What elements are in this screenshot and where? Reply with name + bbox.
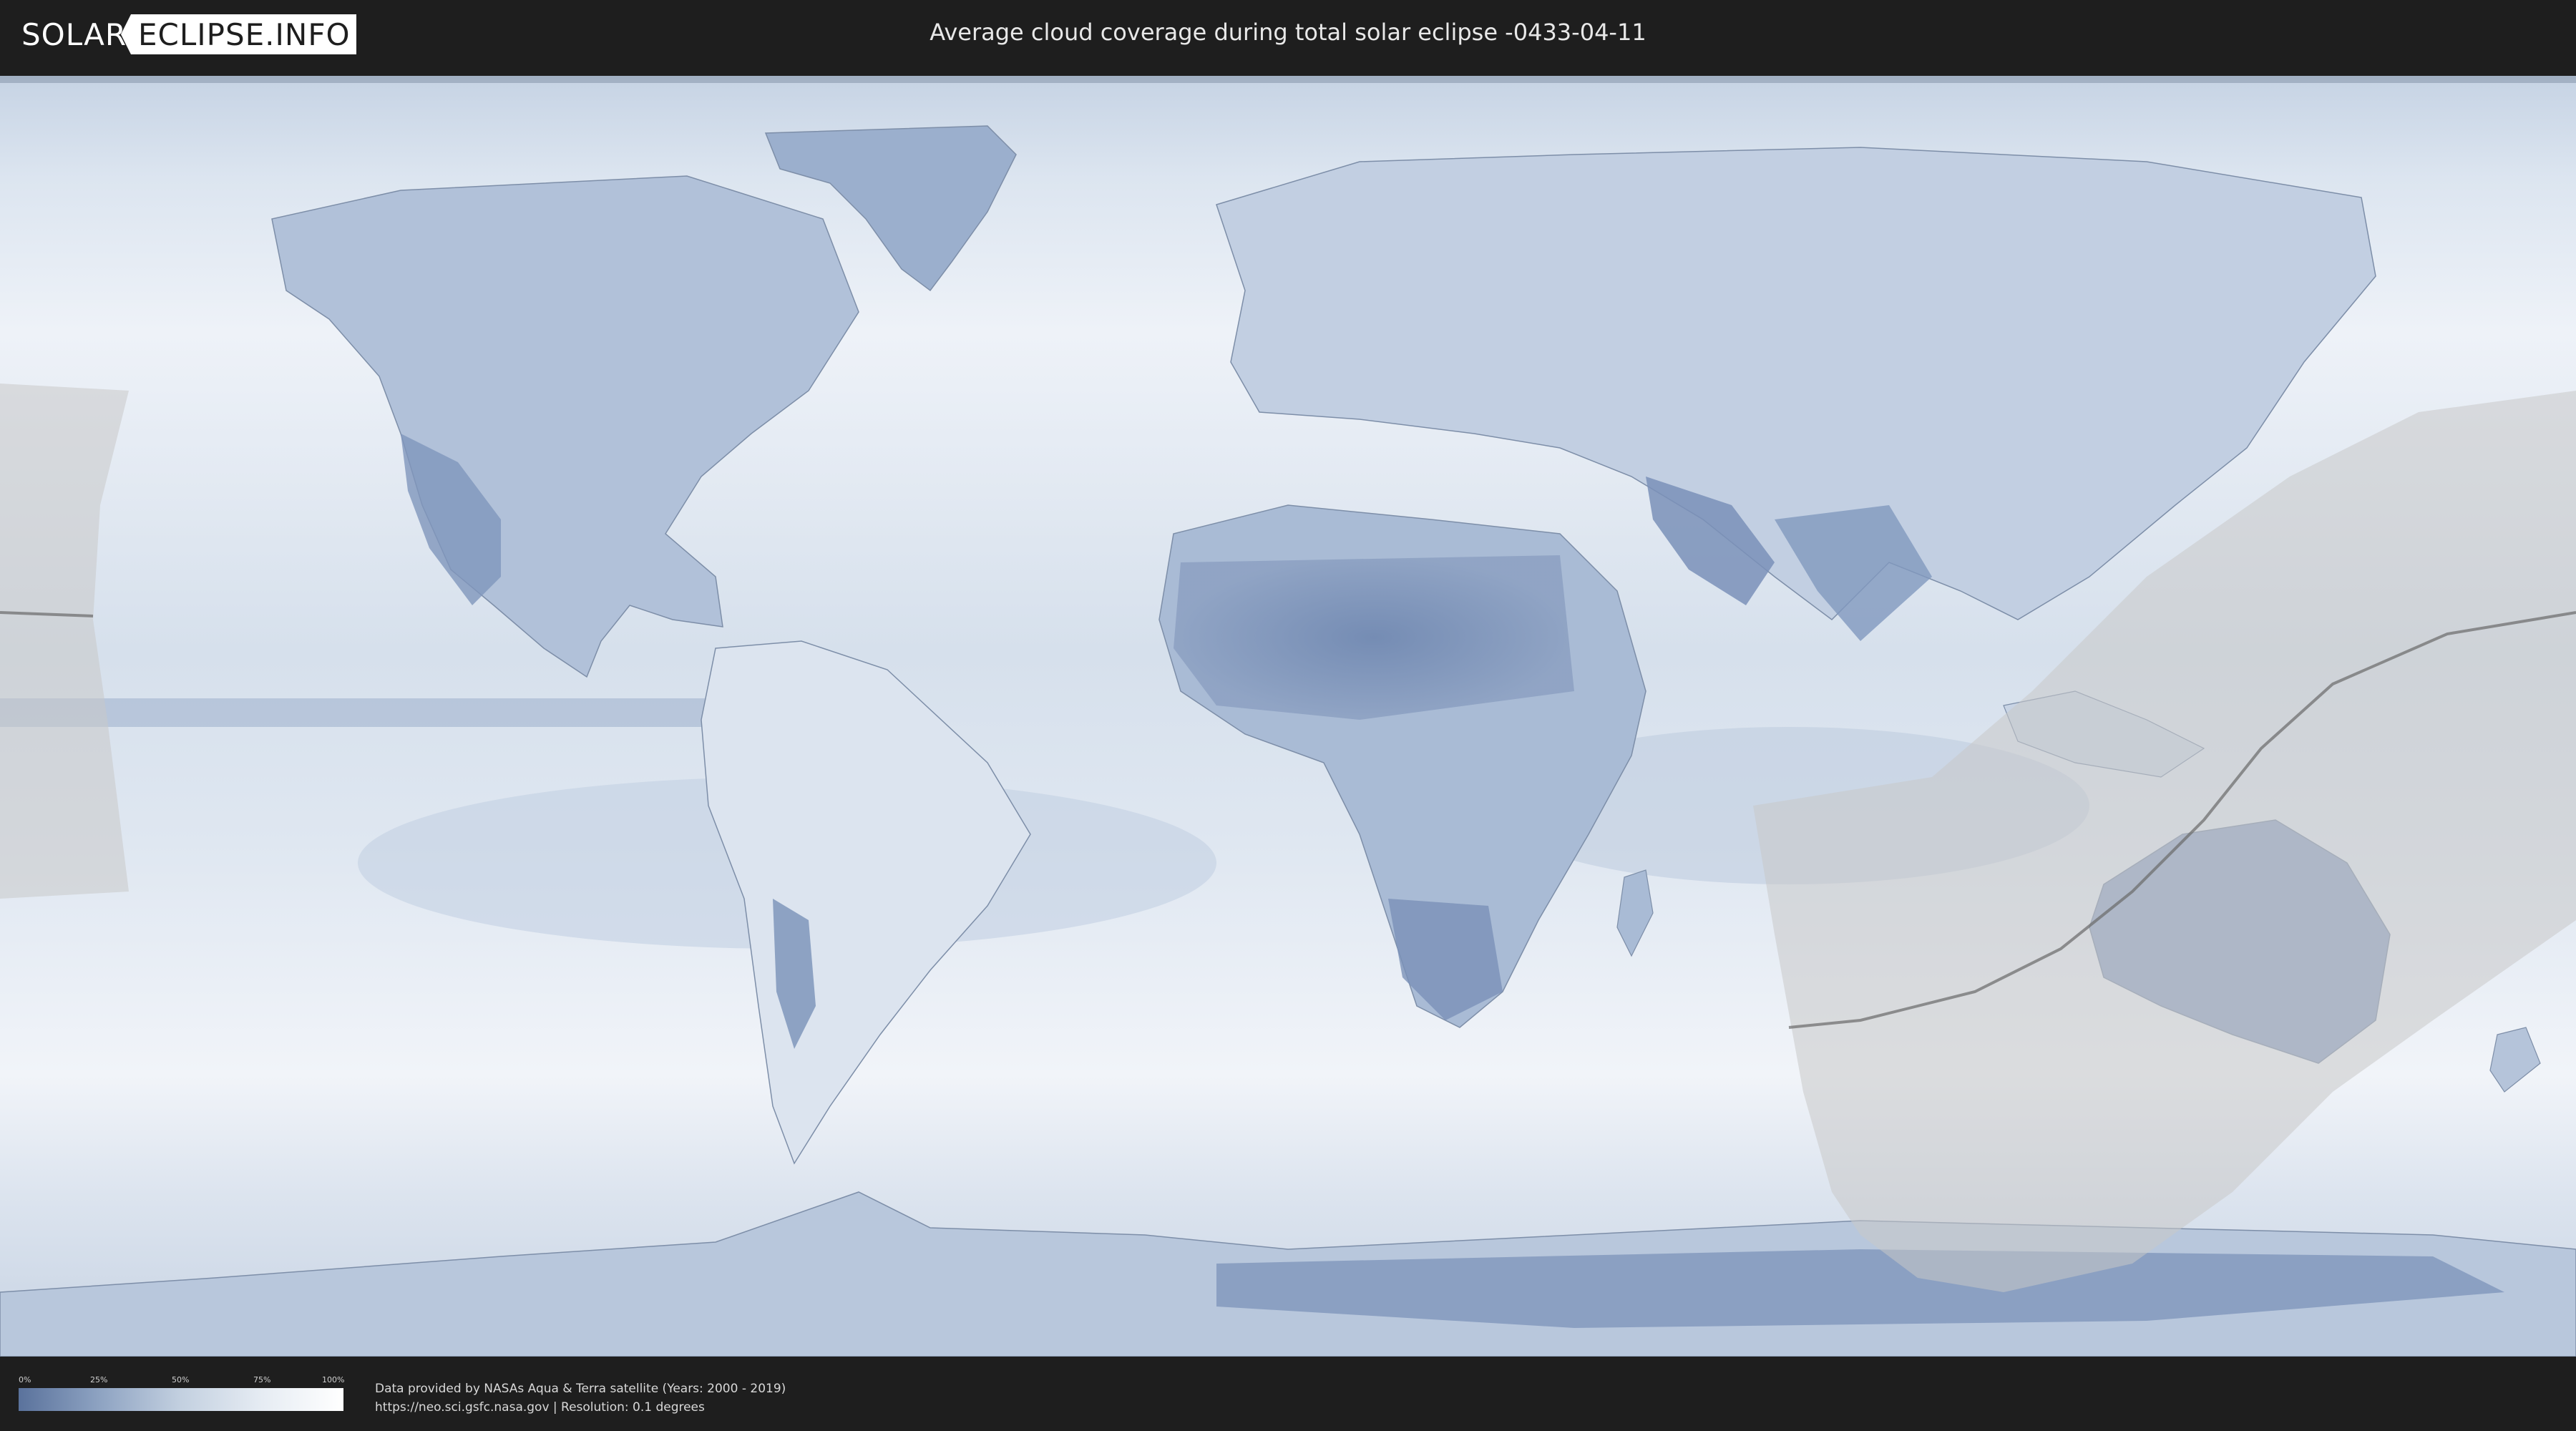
page-root: SOLAR ECLIPSE.INFO Average cloud coverag… — [0, 0, 2576, 1431]
page-title: Average cloud coverage during total sola… — [930, 19, 1646, 46]
data-credits: Data provided by NASAs Aqua & Terra sate… — [375, 1379, 786, 1417]
legend-tick-100: 100% — [322, 1375, 345, 1384]
dry-region-sahara — [1174, 555, 1574, 720]
legend-tick-25: 25% — [90, 1375, 108, 1384]
cloud-coverage-legend: 0% 25% 50% 75% 100% — [19, 1375, 345, 1411]
legend-gradient-bar — [19, 1388, 343, 1411]
map-svg — [0, 76, 2576, 1357]
itcz-cloud-band — [0, 698, 730, 727]
legend-tick-0: 0% — [19, 1375, 31, 1384]
credit-line-url[interactable]: https://neo.sci.gsfc.nasa.gov | Resoluti… — [375, 1398, 786, 1417]
cloud-coverage-map — [0, 76, 2576, 1357]
credit-line-source: Data provided by NASAs Aqua & Terra sate… — [375, 1382, 786, 1396]
footer-bar: 0% 25% 50% 75% 100% Data provided by NAS… — [0, 1359, 2576, 1431]
map-top-edge — [0, 76, 2576, 83]
header-bar: SOLAR ECLIPSE.INFO Average cloud coverag… — [0, 0, 2576, 72]
legend-tick-50: 50% — [172, 1375, 190, 1384]
legend-tick-75: 75% — [253, 1375, 271, 1384]
legend-ticks: 0% 25% 50% 75% 100% — [19, 1375, 345, 1388]
